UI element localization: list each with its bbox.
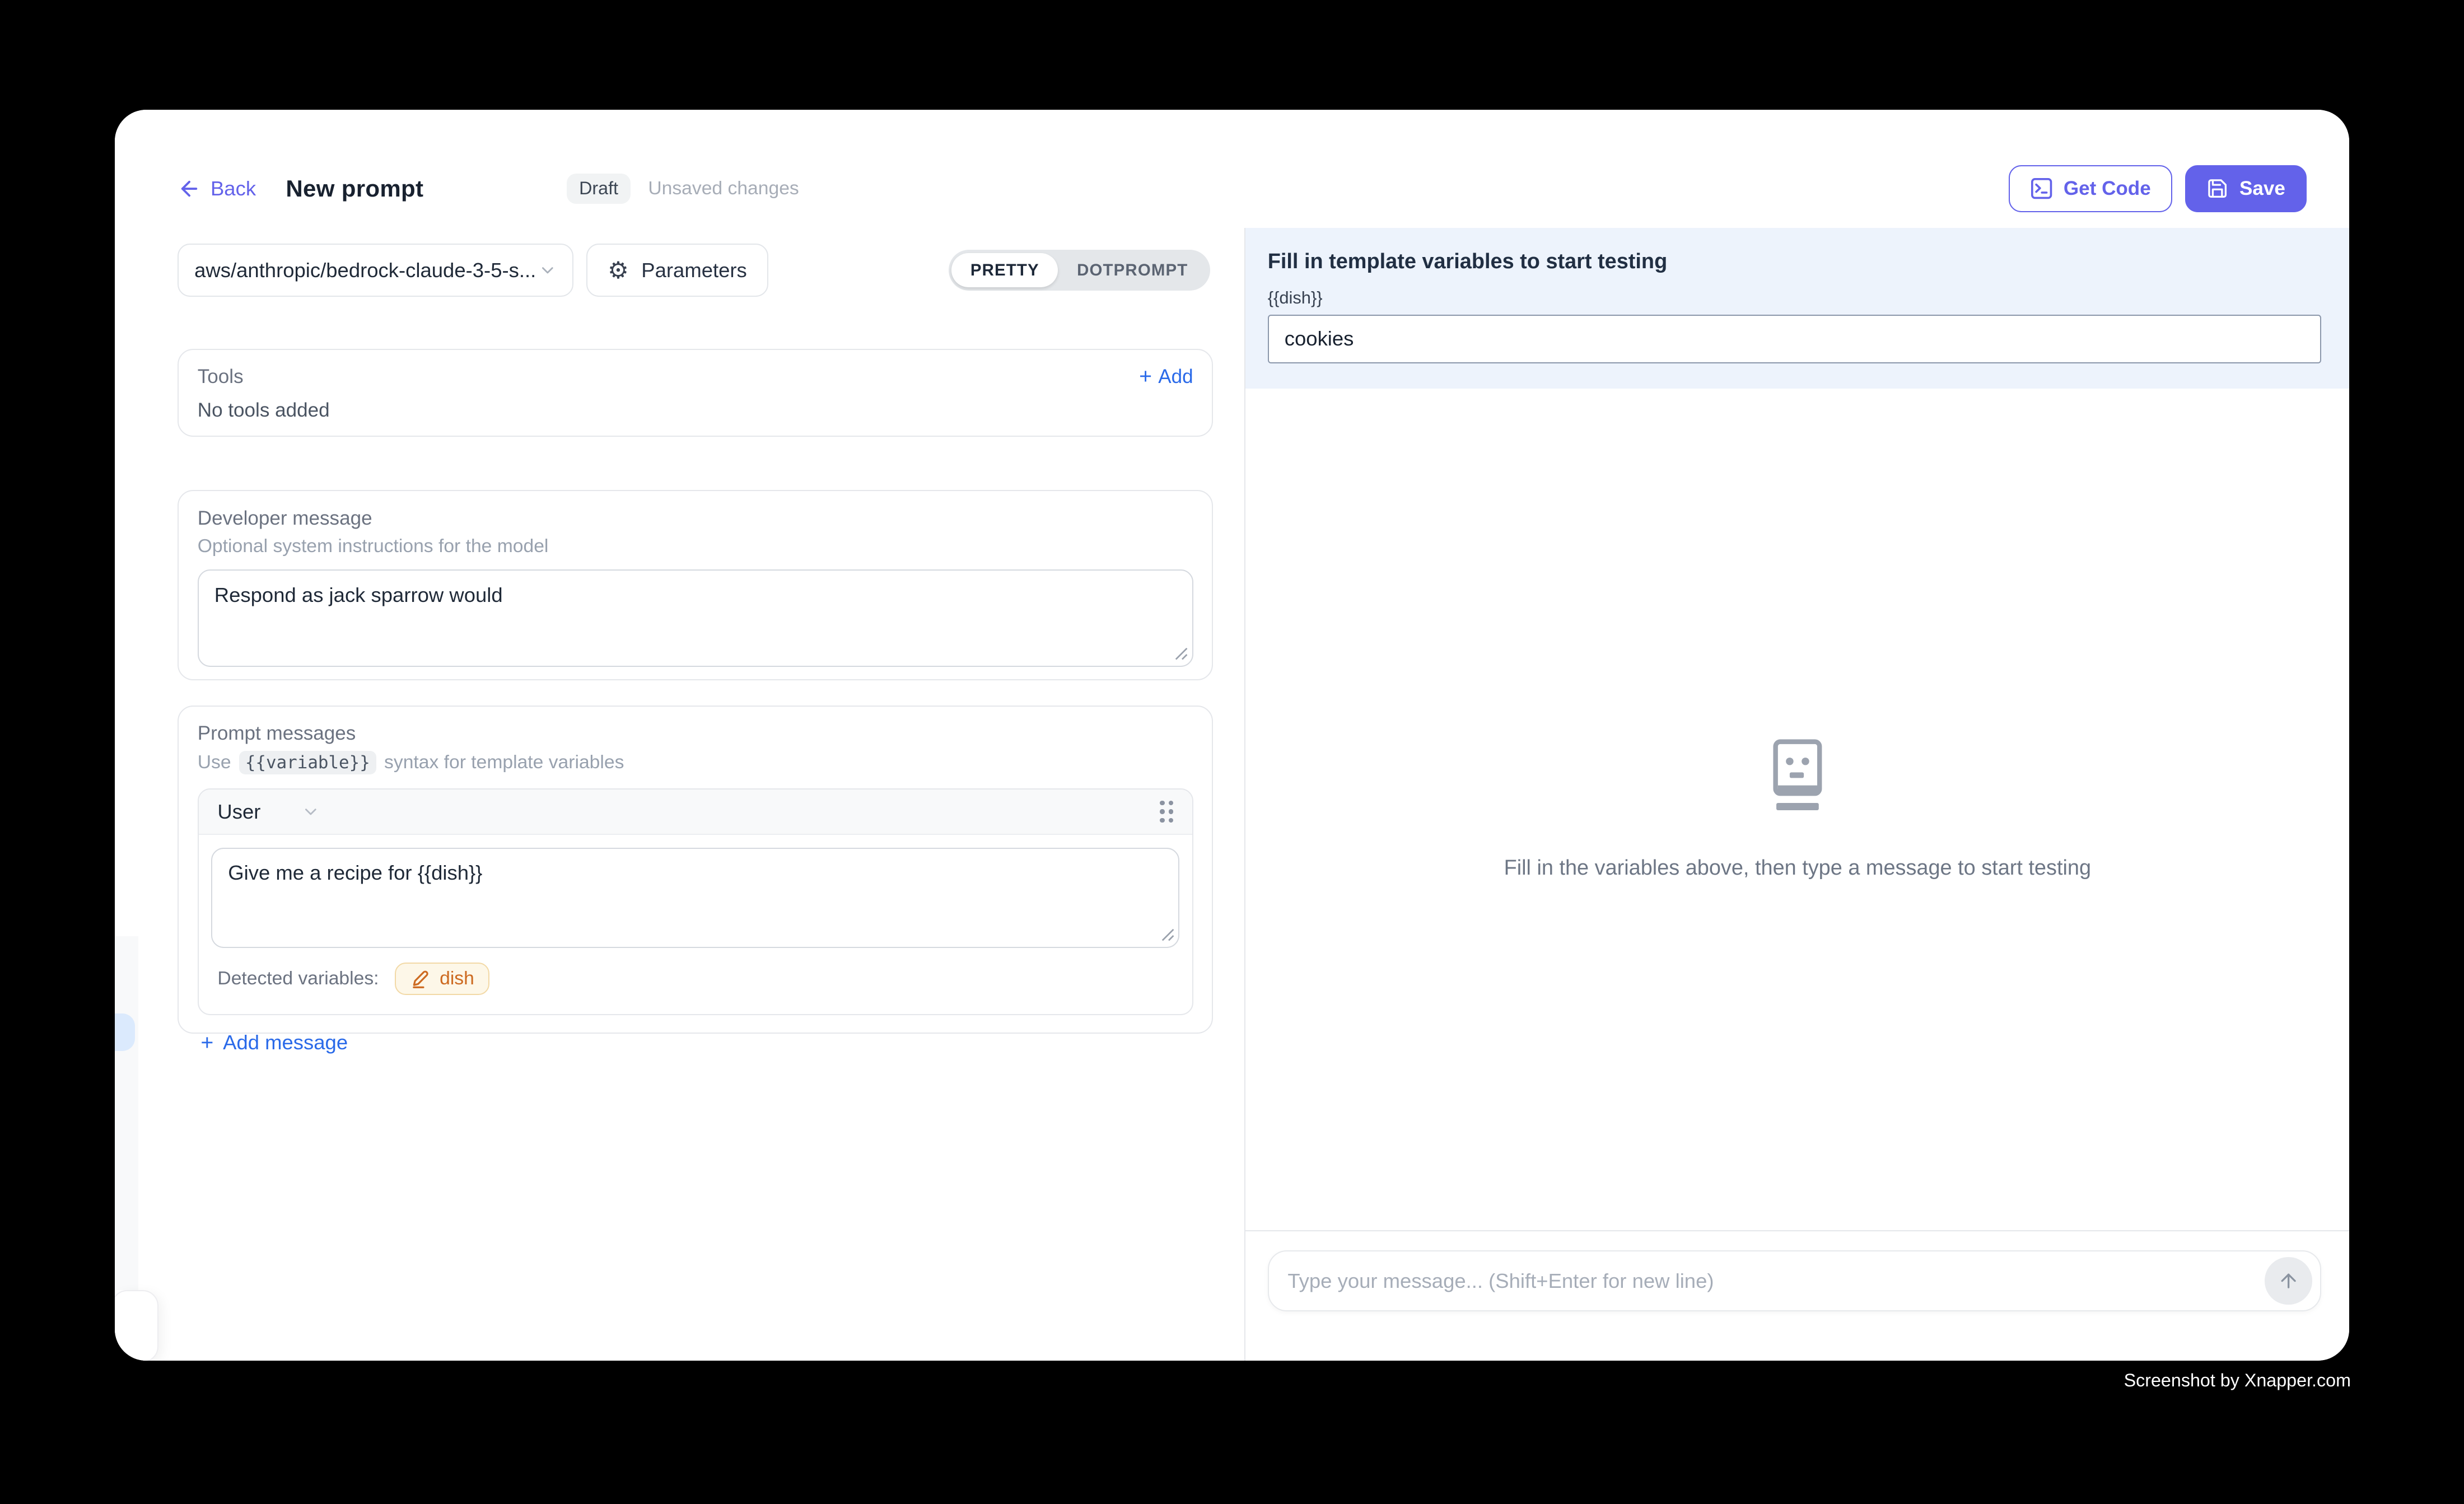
- gear-icon: ⚙: [608, 259, 629, 282]
- robot-face-icon: [1765, 739, 1831, 814]
- variable-key-label: {{dish}}: [1268, 288, 2321, 308]
- plus-icon: +: [200, 1032, 213, 1054]
- edit-pencil-icon: [410, 969, 430, 989]
- developer-message-input[interactable]: Respond as jack sparrow would: [198, 569, 1193, 667]
- watermark-text: Screenshot by Xnapper.com: [2124, 1370, 2351, 1391]
- subtitle-prefix: Use: [198, 752, 231, 773]
- view-mode-toggle: PRETTY DOTPROMPT: [949, 250, 1210, 291]
- screenshot-stage: Back New prompt Draft Unsaved changes Ge…: [0, 0, 2464, 1503]
- message-content-input[interactable]: Give me a recipe for {{dish}}: [211, 848, 1179, 949]
- back-label: Back: [211, 177, 256, 200]
- add-tool-button[interactable]: + Add: [1139, 366, 1193, 388]
- unsaved-changes-text: Unsaved changes: [648, 178, 799, 199]
- header: Back New prompt Draft Unsaved changes Ge…: [115, 110, 2349, 227]
- chat-message-input[interactable]: Type your message... (Shift+Enter for ne…: [1268, 1250, 2321, 1311]
- message-block: User Give me a recipe for {{dish}}: [198, 788, 1193, 1015]
- tools-section: Tools + Add No tools added: [178, 349, 1213, 437]
- save-icon: [2206, 178, 2228, 199]
- terminal-icon: [2031, 178, 2052, 199]
- status-badge: Draft: [567, 174, 631, 204]
- variable-value-input[interactable]: [1268, 315, 2321, 363]
- app-window: Back New prompt Draft Unsaved changes Ge…: [115, 110, 2349, 1361]
- tools-empty-text: No tools added: [198, 399, 1193, 422]
- send-button[interactable]: [2265, 1257, 2312, 1304]
- get-code-label: Get Code: [2064, 178, 2151, 200]
- developer-message-section: Developer message Optional system instru…: [178, 490, 1213, 680]
- test-panel: Fill in template variables to start test…: [1244, 228, 2349, 1361]
- chat-empty-state: Fill in the variables above, then type a…: [1245, 389, 2349, 1231]
- detected-variables-label: Detected variables:: [217, 968, 379, 989]
- prompt-messages-section: Prompt messages Use {{variable}} syntax …: [178, 706, 1213, 1034]
- developer-message-title: Developer message: [198, 507, 1193, 530]
- developer-message-subtitle: Optional system instructions for the mod…: [198, 536, 1193, 557]
- empty-state-text: Fill in the variables above, then type a…: [1504, 856, 2091, 880]
- template-variables-box: Fill in template variables to start test…: [1245, 228, 2349, 389]
- chat-input-placeholder: Type your message... (Shift+Enter for ne…: [1287, 1269, 2265, 1293]
- drag-handle-icon[interactable]: [1160, 801, 1173, 823]
- parameters-label: Parameters: [641, 259, 747, 282]
- toggle-pretty[interactable]: PRETTY: [951, 253, 1058, 288]
- model-selector[interactable]: aws/anthropic/bedrock-claude-3-5-s...: [178, 244, 573, 297]
- prompt-editor-panel: aws/anthropic/bedrock-claude-3-5-s... ⚙ …: [115, 228, 1245, 1361]
- chevron-down-icon: [301, 802, 320, 821]
- model-selector-value: aws/anthropic/bedrock-claude-3-5-s...: [194, 259, 538, 282]
- toggle-dotprompt[interactable]: DOTPROMPT: [1058, 253, 1207, 288]
- arrow-left-icon: [178, 177, 201, 200]
- subtitle-suffix: syntax for template variables: [384, 752, 624, 773]
- test-panel-title: Fill in template variables to start test…: [1268, 250, 2321, 274]
- background-sidebar-active-item: [115, 1013, 135, 1051]
- save-label: Save: [2239, 178, 2285, 200]
- plus-icon: +: [1139, 366, 1152, 387]
- variable-chip-dish[interactable]: dish: [395, 963, 490, 996]
- role-selector[interactable]: User: [217, 800, 320, 824]
- save-button[interactable]: Save: [2185, 165, 2307, 212]
- parameters-button[interactable]: ⚙ Parameters: [586, 244, 769, 297]
- add-tool-label: Add: [1158, 366, 1193, 388]
- variable-name: dish: [440, 968, 474, 989]
- chevron-down-icon: [538, 261, 557, 280]
- add-message-label: Add message: [223, 1031, 348, 1054]
- chat-input-bar: Type your message... (Shift+Enter for ne…: [1245, 1230, 2349, 1361]
- message-header: User: [199, 790, 1192, 835]
- back-button[interactable]: Back: [178, 177, 256, 200]
- prompt-messages-title: Prompt messages: [198, 722, 1193, 745]
- background-popover-edge: [115, 1290, 159, 1361]
- tools-title: Tools: [198, 366, 244, 388]
- arrow-up-icon: [2278, 1270, 2299, 1292]
- page-title: New prompt: [286, 175, 423, 202]
- background-sidebar-edge: [115, 936, 138, 1290]
- get-code-button[interactable]: Get Code: [2009, 165, 2172, 212]
- add-message-button[interactable]: + Add message: [200, 1031, 1193, 1054]
- variable-syntax-chip: {{variable}}: [239, 751, 376, 774]
- role-label: User: [217, 800, 260, 824]
